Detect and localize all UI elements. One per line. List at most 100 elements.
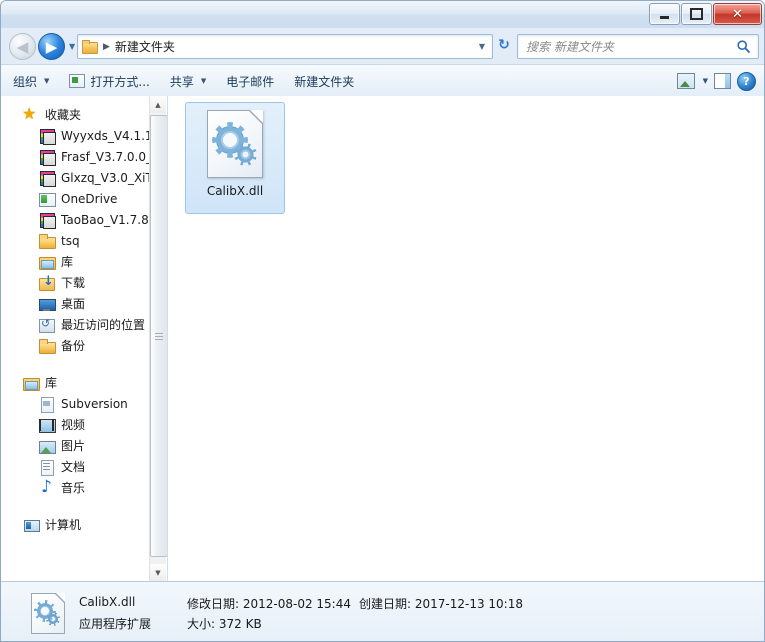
sidebar-group-spacer (1, 356, 151, 372)
toolbar-share-button[interactable]: 共享 ▼ (162, 69, 214, 94)
toolbar-email-label: 电子邮件 (226, 74, 275, 89)
breadcrumb-separator-icon: ▶ (103, 41, 110, 52)
sidebar-item-documents[interactable]: 文档 (1, 456, 151, 477)
onedrive-icon (39, 191, 56, 207)
maximize-icon (690, 8, 703, 20)
preview-pane-icon[interactable] (714, 73, 731, 89)
sidebar-item-label: 库 (61, 255, 74, 269)
sidebar-scrollbar[interactable]: ▲ ▼ (149, 96, 167, 581)
chevron-down-icon: ▼ (44, 77, 50, 85)
toolbar-email-button[interactable]: 电子邮件 (218, 69, 282, 94)
forward-button[interactable]: ▶ (38, 33, 65, 60)
folder-icon (39, 233, 56, 249)
window-controls: ✕ (649, 3, 762, 25)
sidebar-group-favorites[interactable]: 收藏夹 (1, 104, 151, 125)
page-fold-corner (250, 110, 263, 123)
search-placeholder: 搜索 新建文件夹 (526, 40, 614, 54)
dll-file-icon (207, 110, 263, 178)
sidebar-item-label: TaoBao_V1.7.8. (61, 212, 151, 227)
status-file-size: 大小: 372 KB (187, 617, 262, 631)
back-button[interactable]: ◀ (9, 33, 36, 60)
sidebar-group-computer-label: 计算机 (45, 518, 82, 532)
desktop-icon (39, 296, 56, 312)
archive-icon (39, 149, 56, 166)
sidebar-item-taobao[interactable]: TaoBao_V1.7.8. (1, 209, 151, 230)
sidebar-item-frasf[interactable]: Frasf_V3.7.0.0_X (1, 146, 151, 167)
sidebar-group-favorites-label: 收藏夹 (45, 108, 82, 122)
sidebar-item-label: OneDrive (61, 191, 118, 206)
toolbar-open-with-button[interactable]: 打开方式... (61, 69, 157, 94)
sidebar-item-videos[interactable]: 视频 (1, 414, 151, 435)
picture-icon (39, 438, 56, 454)
sidebar-item-pictures[interactable]: 图片 (1, 435, 151, 456)
address-bar[interactable]: ▶ 新建文件夹 ▼ (77, 34, 493, 59)
sidebar-group-libraries[interactable]: 库 (1, 372, 151, 393)
download-icon (39, 275, 55, 291)
sidebar-item-library-fav[interactable]: 库 (1, 251, 151, 272)
star-icon (22, 104, 39, 123)
scrollbar-thumb[interactable] (150, 115, 167, 557)
scroll-down-button[interactable]: ▼ (150, 564, 166, 581)
file-item-calibx-dll[interactable]: CalibX.dll (185, 102, 285, 214)
sidebar-item-recent-places[interactable]: 最近访问的位置 (1, 314, 151, 335)
sidebar-group-computer[interactable]: 计算机 (1, 514, 151, 535)
sidebar-item-onedrive[interactable]: OneDrive (1, 188, 151, 209)
sidebar-item-glxzq[interactable]: Glxzq_V3.0_XiTo (1, 167, 151, 188)
minimize-button[interactable] (649, 3, 680, 25)
sidebar-item-tsq[interactable]: tsq (1, 230, 151, 251)
sidebar-item-label: Frasf_V3.7.0.0_X (61, 149, 151, 164)
search-input[interactable]: 搜索 新建文件夹 (517, 34, 759, 59)
breadcrumb-path[interactable]: 新建文件夹 (115, 38, 175, 55)
sidebar-item-music[interactable]: 音乐 (1, 477, 151, 498)
explorer-window: ✕ ◀ ▶ ▼ ▶ 新建文件夹 ▼ ↻ 搜索 新建文件夹 组织 ▼ 打开方式..… (0, 0, 765, 642)
toolbar-organize-label: 组织 (13, 74, 38, 89)
gear-small-icon (237, 146, 254, 163)
file-item-label: CalibX.dll (206, 184, 264, 198)
sidebar-item-desktop[interactable]: 桌面 (1, 293, 151, 314)
scroll-up-button[interactable]: ▲ (150, 96, 166, 113)
sidebar-item-label: Wyyxds_V4.1.1.1 (61, 128, 151, 143)
toolbar-open-with-label: 打开方式... (90, 74, 150, 89)
toolbar-new-folder-label: 新建文件夹 (294, 74, 355, 89)
sidebar-item-label: 音乐 (61, 481, 86, 495)
video-icon (39, 417, 56, 433)
sidebar-item-label: 图片 (61, 439, 86, 453)
chevron-down-icon[interactable]: ▼ (703, 77, 708, 85)
sidebar-group-spacer (1, 498, 151, 514)
details-status-bar: CalibX.dll 应用程序扩展 修改日期: 2012-08-02 15:44… (1, 581, 764, 641)
command-toolbar: 组织 ▼ 打开方式... 共享 ▼ 电子邮件 新建文件夹 ▼ ? (1, 64, 764, 98)
history-dropdown-icon[interactable]: ▼ (69, 42, 75, 51)
sidebar-item-label: 最近访问的位置 (61, 318, 146, 332)
sidebar-item-backup[interactable]: 备份 (1, 335, 151, 356)
refresh-icon: ↻ (498, 37, 510, 53)
chevron-up-icon: ▲ (155, 100, 161, 109)
status-file-type: 应用程序扩展 (79, 617, 152, 631)
scrollbar-grip-icon (155, 332, 163, 340)
archive-icon (39, 212, 56, 229)
sidebar-item-label: 文档 (61, 460, 86, 474)
maximize-button[interactable] (681, 3, 712, 25)
sidebar-item-label: 视频 (61, 418, 86, 432)
sidebar-group-libraries-label: 库 (45, 376, 58, 390)
sidebar-item-label: tsq (61, 233, 80, 248)
folder-icon (82, 40, 98, 54)
chevron-down-icon[interactable]: ▼ (479, 42, 485, 51)
sidebar-item-label: 桌面 (61, 297, 86, 311)
refresh-button[interactable]: ↻ (495, 36, 513, 54)
change-view-icon[interactable] (676, 73, 695, 89)
status-file-name: CalibX.dll (79, 595, 136, 609)
folder-icon (39, 338, 56, 354)
help-icon[interactable]: ? (737, 71, 756, 91)
sidebar-item-subversion[interactable]: Subversion (1, 393, 151, 414)
close-button[interactable]: ✕ (713, 3, 762, 25)
sidebar-item-label: Glxzq_V3.0_XiTo (61, 170, 151, 185)
sidebar-item-downloads[interactable]: 下载 (1, 272, 151, 293)
page-fold-corner (56, 593, 65, 602)
toolbar-new-folder-button[interactable]: 新建文件夹 (286, 69, 362, 94)
sidebar-item-wyyxds[interactable]: Wyyxds_V4.1.1.1 (1, 125, 151, 146)
file-list-pane[interactable]: CalibX.dll (168, 96, 764, 581)
chevron-down-icon: ▼ (155, 568, 161, 577)
navigation-tree: 收藏夹 Wyyxds_V4.1.1.1 Frasf_V3.7.0.0_X Glx… (1, 96, 151, 581)
sidebar-item-label: Subversion (61, 396, 128, 411)
toolbar-organize-button[interactable]: 组织 ▼ (5, 69, 57, 94)
